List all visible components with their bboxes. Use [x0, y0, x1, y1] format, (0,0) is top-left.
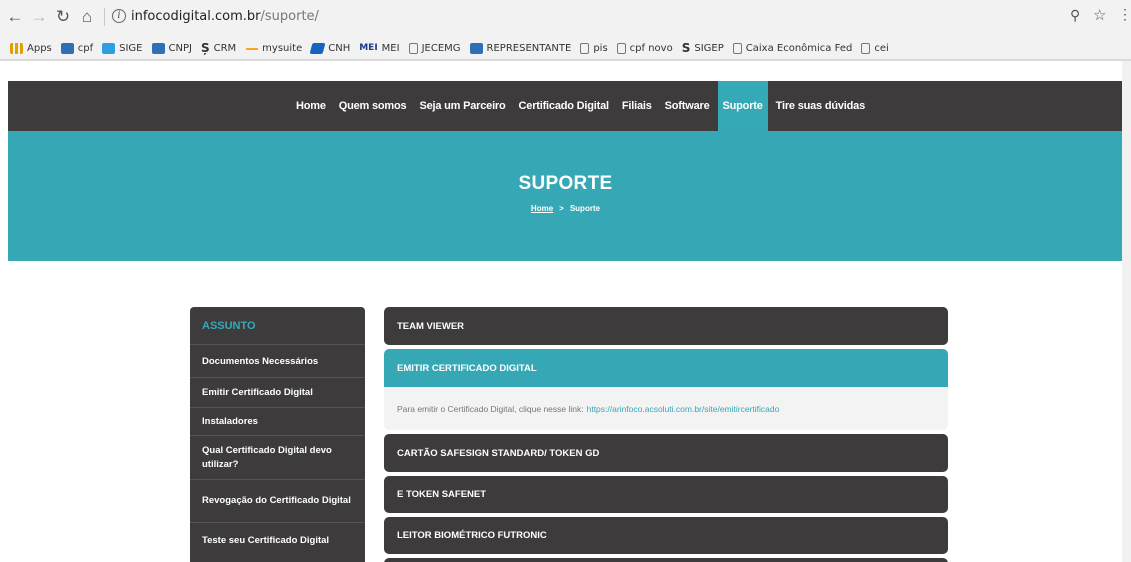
back-arrow-icon[interactable]: ← — [4, 4, 26, 30]
url-host: infocodigital.com.br — [131, 9, 261, 24]
address-bar[interactable]: infocodigital.com.br/suporte/ — [131, 8, 319, 26]
accordion-etoken-safenet[interactable]: E TOKEN SAFENET — [384, 476, 948, 513]
bookmark-star-icon[interactable]: ☆ — [1093, 6, 1106, 24]
bookmarks-bar: Apps cpf SIGE CNPJ Ș CRM mysuite CNH MEI M… — [0, 38, 1131, 60]
forward-arrow-icon[interactable]: → — [28, 4, 50, 30]
accordion-body-text: Para emitir o Certificado Digital, cliqu… — [397, 403, 584, 414]
sidebar-item-emitir[interactable]: Emitir Certificado Digital — [190, 378, 365, 408]
home-icon[interactable]: ⌂ — [76, 4, 98, 30]
breadcrumb-separator: > — [559, 204, 564, 213]
accordion-emitir-body: Para emitir o Certificado Digital, cliqu… — [384, 387, 948, 430]
doc-icon — [732, 43, 742, 54]
apps-grid-icon — [10, 43, 23, 54]
bookmark-cei[interactable]: cei — [861, 43, 889, 54]
sidebar-item-qual-certificado[interactable]: Qual Certificado Digital devo utilizar? — [190, 436, 365, 480]
reload-icon[interactable]: ↻ — [52, 4, 74, 30]
accordion-cartao-safesign[interactable]: CARTÃO SAFESIGN STANDARD/ TOKEN GD — [384, 434, 948, 472]
breadcrumb-current: Suporte — [569, 204, 601, 213]
sidebar-item-revogacao[interactable]: Revogação do Certificado Digital — [190, 480, 365, 523]
accordion-team-viewer[interactable]: TEAM VIEWER — [384, 307, 948, 345]
s-logo-icon: Ș — [200, 41, 210, 55]
bookmark-pis[interactable]: pis — [580, 43, 608, 54]
doc-icon — [616, 43, 626, 54]
bookmark-cnpj[interactable]: CNPJ — [151, 43, 192, 54]
bookmark-representante[interactable]: REPRESENTANTE — [469, 43, 571, 54]
nav-suporte[interactable]: Suporte — [717, 81, 768, 131]
cloud-icon — [102, 43, 116, 54]
bookmark-crm[interactable]: Ș CRM — [200, 41, 236, 55]
breadcrumb: Home > Suporte — [8, 204, 1123, 213]
url-path: /suporte/ — [260, 9, 319, 24]
info-icon[interactable]: i — [112, 9, 126, 23]
doc-icon — [861, 43, 871, 54]
bookmark-cpf[interactable]: cpf — [60, 43, 93, 54]
bookmark-jecemg[interactable]: JECEMG — [408, 43, 461, 54]
page-scrollbar[interactable] — [1122, 61, 1131, 562]
breadcrumb-home-link[interactable]: Home — [531, 204, 553, 213]
sidebar-item-documentos[interactable]: Documentos Necessários — [190, 345, 365, 378]
receita-icon — [60, 43, 74, 54]
nav-links: Home Quem somos Seja um Parceiro Certifi… — [291, 81, 873, 131]
bookmark-mei[interactable]: MEI MEI — [359, 43, 399, 54]
accordion-leitor-biometrico[interactable]: LEITOR BIOMÉTRICO FUTRONIC — [384, 517, 948, 554]
bookmark-sige[interactable]: SIGE — [102, 43, 143, 54]
sidebar-item-teste[interactable]: Teste seu Certificado Digital — [190, 523, 365, 557]
address-divider — [104, 8, 105, 26]
nav-filiais[interactable]: Filiais — [617, 81, 657, 131]
page-hero: SUPORTE Home > Suporte — [8, 131, 1123, 261]
nav-tire-duvidas[interactable]: Tire suas dúvidas — [771, 81, 870, 131]
chrome-divider — [0, 60, 1131, 61]
nav-software[interactable]: Software — [660, 81, 715, 131]
accordion-next-item[interactable] — [384, 558, 948, 562]
browser-menu-icon[interactable]: ⋮ — [1118, 6, 1131, 23]
receita-icon — [469, 43, 483, 54]
cnh-icon — [309, 43, 326, 54]
page-title: SUPORTE — [518, 173, 613, 194]
bookmark-sigep[interactable]: S SIGEP — [681, 41, 724, 55]
bookmark-cnh[interactable]: CNH — [309, 43, 350, 54]
bookmark-mysuite[interactable]: mysuite — [245, 43, 302, 54]
zoom-icon[interactable]: ⚲ — [1070, 7, 1080, 24]
site-nav: Home Quem somos Seja um Parceiro Certifi… — [8, 81, 1123, 131]
nav-seja-parceiro[interactable]: Seja um Parceiro — [414, 81, 510, 131]
emitir-certificado-link[interactable]: https://arinfoco.acsoluti.com.br/site/em… — [587, 404, 780, 414]
bookmark-caixa[interactable]: Caixa Econômica Fed — [732, 43, 852, 54]
doc-icon — [580, 43, 590, 54]
subject-sidebar: ASSUNTO Documentos Necessários Emitir Ce… — [190, 307, 365, 562]
sidebar-heading: ASSUNTO — [190, 307, 365, 345]
receita-icon — [151, 43, 165, 54]
nav-certificado-digital[interactable]: Certificado Digital — [514, 81, 614, 131]
accordion-emitir-certificado[interactable]: EMITIR CERTIFICADO DIGITAL — [384, 349, 948, 387]
doc-icon — [408, 43, 418, 54]
bookmark-cpf-novo[interactable]: cpf novo — [616, 43, 673, 54]
s-logo-icon: S — [681, 41, 691, 55]
mei-icon: MEI — [359, 43, 378, 53]
sidebar-item-instaladores[interactable]: Instaladores — [190, 408, 365, 436]
bookmark-apps[interactable]: Apps — [10, 43, 52, 54]
dash-icon — [245, 43, 259, 54]
nav-home[interactable]: Home — [291, 81, 331, 131]
address-row: ← → ↻ ⌂ i infocodigital.com.br/suporte/ … — [0, 4, 1131, 30]
nav-quem-somos[interactable]: Quem somos — [334, 81, 412, 131]
